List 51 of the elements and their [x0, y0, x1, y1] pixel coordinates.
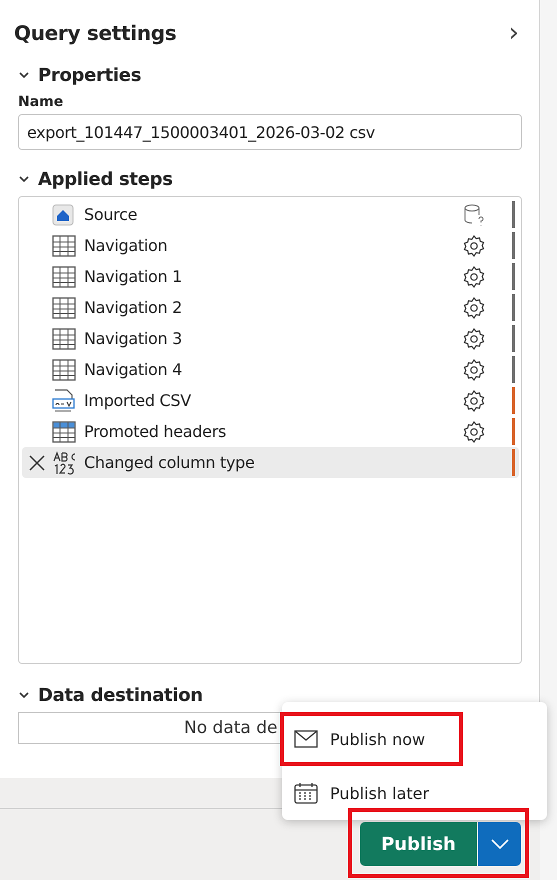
table-icon [52, 296, 76, 318]
step-row[interactable]: Navigation 4 [22, 354, 519, 385]
table-icon [52, 266, 76, 288]
step-row[interactable]: Promoted headers [22, 416, 519, 447]
settings-icon[interactable] [462, 296, 486, 320]
settings-icon[interactable] [462, 326, 486, 350]
step-label: Changed column type [84, 453, 256, 472]
step-row[interactable]: Source [22, 199, 519, 230]
step-label: Navigation [84, 236, 168, 255]
step-label: Promoted headers [84, 422, 228, 441]
table-icon [52, 234, 76, 256]
table-icon [52, 328, 76, 350]
section-heading: Applied steps [38, 168, 173, 190]
step-row[interactable]: Changed column type [22, 447, 519, 478]
menu-item[interactable]: Publish now [280, 712, 463, 766]
destination-text: No data de [184, 718, 278, 738]
table-icon [52, 420, 76, 442]
publish-button[interactable]: Publish [360, 822, 477, 866]
step-row[interactable]: Navigation 2 [22, 292, 519, 323]
settings-icon[interactable] [462, 388, 486, 412]
calendar-icon [294, 782, 318, 804]
step-label: Navigation 3 [84, 329, 183, 348]
step-row[interactable]: Navigation 3 [22, 323, 519, 354]
settings-icon[interactable] [462, 358, 486, 382]
type-icon [52, 450, 78, 474]
database-question-icon [462, 202, 486, 226]
publish-dropdown-button[interactable] [478, 822, 521, 866]
menu-item[interactable]: Publish later [280, 766, 463, 820]
panel-title: Query settings [14, 21, 176, 45]
step-label: Source [84, 205, 138, 224]
settings-icon[interactable] [462, 420, 486, 444]
name-field[interactable]: export_101447_1500003401_2026-03-02 csv [18, 114, 522, 150]
mail-icon [294, 730, 318, 748]
step-row[interactable]: Navigation [22, 230, 519, 261]
settings-icon[interactable] [462, 234, 486, 258]
source-icon [52, 204, 74, 226]
section-heading: Data destination [38, 684, 203, 706]
step-row[interactable]: Navigation 1 [22, 261, 519, 292]
step-label: Navigation 4 [84, 360, 183, 379]
settings-icon[interactable] [462, 264, 486, 288]
name-label: Name [17, 94, 64, 110]
close-icon[interactable] [28, 454, 46, 472]
step-label: Imported CSV [84, 391, 192, 410]
csv-file-icon [52, 388, 76, 412]
expand-icon[interactable]: › [508, 20, 519, 46]
chevron-down-icon [490, 839, 508, 849]
table-icon [52, 358, 76, 380]
section-heading: Properties [38, 64, 142, 86]
step-label: Navigation 2 [84, 298, 183, 317]
step-row[interactable]: Imported CSV [22, 385, 519, 416]
step-label: Navigation 1 [84, 267, 183, 286]
